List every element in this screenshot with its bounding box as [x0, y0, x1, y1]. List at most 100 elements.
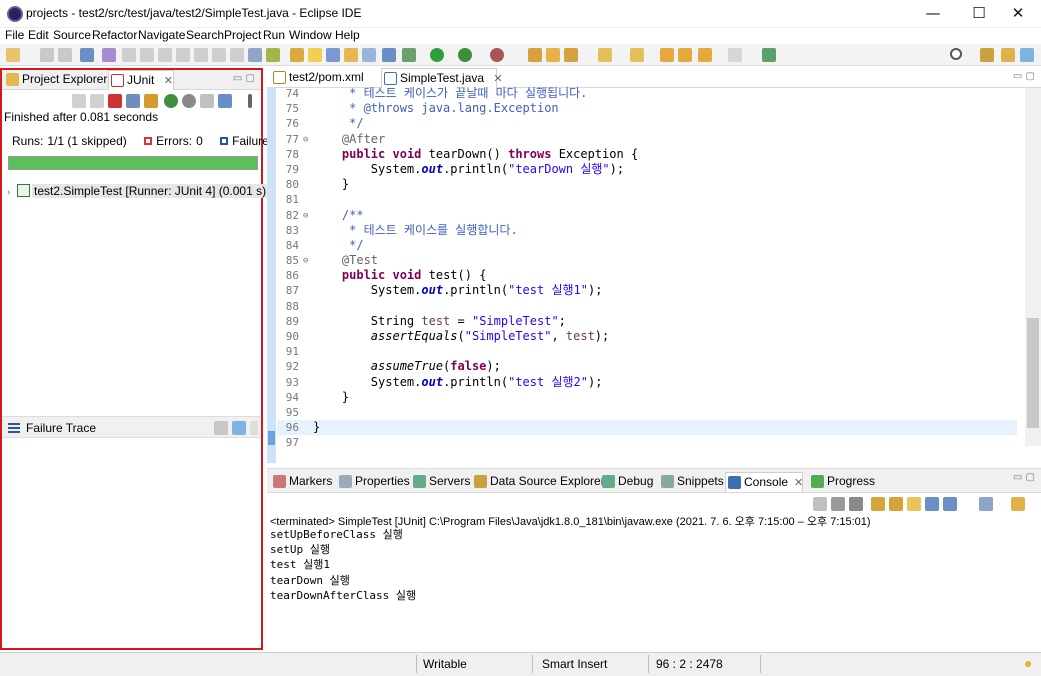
- fold-icon[interactable]: ⊖: [303, 254, 308, 269]
- open-type-icon[interactable]: [266, 48, 280, 62]
- resume-icon[interactable]: [122, 48, 136, 62]
- last-edit-location-icon[interactable]: [660, 48, 674, 62]
- view-menu-icon[interactable]: [248, 94, 252, 108]
- test-tree-item[interactable]: › test2.SimpleTest [Runner: JUnit 4] (0.0…: [7, 184, 269, 200]
- show-whitespace-icon[interactable]: [362, 48, 376, 62]
- debug-as-icon[interactable]: [402, 48, 416, 62]
- menu-window[interactable]: Window: [289, 28, 332, 42]
- tab-console[interactable]: Console ✕: [725, 472, 803, 492]
- menu-edit[interactable]: Edit: [28, 28, 49, 42]
- terminal-icon[interactable]: [80, 48, 94, 62]
- scroll-lock-console-icon[interactable]: [889, 497, 903, 511]
- disconnect-icon[interactable]: [176, 48, 190, 62]
- forward-disabled-icon[interactable]: [728, 48, 742, 62]
- java-ee-perspective-icon[interactable]: [1001, 48, 1015, 62]
- expand-arrow-icon[interactable]: ›: [7, 187, 17, 198]
- test-run-history-icon[interactable]: [218, 94, 232, 108]
- close-junit-tab-icon[interactable]: ✕: [164, 75, 173, 87]
- menu-navigate[interactable]: Navigate: [138, 28, 185, 42]
- word-wrap-console-icon[interactable]: [907, 497, 921, 511]
- tab-junit[interactable]: JUnit ✕: [108, 70, 174, 90]
- suspend-icon[interactable]: [140, 48, 154, 62]
- menu-search[interactable]: Search: [186, 28, 224, 42]
- run-icon[interactable]: [430, 48, 444, 62]
- step-over-icon[interactable]: [212, 48, 226, 62]
- copy-trace-icon[interactable]: [250, 421, 258, 435]
- editor-min-max[interactable]: ▭ ▢: [1013, 71, 1035, 82]
- next-annotation-icon[interactable]: [598, 48, 612, 62]
- tab-debug[interactable]: Debug: [600, 472, 653, 492]
- close-window-button[interactable]: ✕: [995, 0, 1041, 28]
- use-step-filters-icon[interactable]: [248, 48, 262, 62]
- menu-refactor[interactable]: Refactor: [92, 28, 137, 42]
- pin-editor-icon[interactable]: [762, 48, 776, 62]
- tab-snippets[interactable]: Snippets: [659, 472, 724, 492]
- rerun-test-icon[interactable]: [164, 94, 178, 108]
- back-icon[interactable]: [678, 48, 692, 62]
- close-console-tab-icon[interactable]: ✕: [794, 477, 803, 489]
- tab-data-source-explorer[interactable]: Data Source Explorer: [472, 472, 605, 492]
- show-on-stderr-icon[interactable]: [943, 497, 957, 511]
- step-into-icon[interactable]: [194, 48, 208, 62]
- bottom-min-max[interactable]: ▭ ▢: [1013, 472, 1035, 483]
- editor-scrollbar-thumb[interactable]: [1027, 318, 1039, 428]
- remove-all-terminated-icon[interactable]: [849, 497, 863, 511]
- word-wrap-icon[interactable]: [326, 48, 340, 62]
- filter-stack-trace-icon[interactable]: [232, 421, 246, 435]
- menu-source[interactable]: Source: [53, 28, 91, 42]
- toggle-highlight-icon[interactable]: [308, 48, 322, 62]
- menu-run[interactable]: Run: [263, 28, 285, 42]
- debug-perspective-icon[interactable]: [1020, 48, 1034, 62]
- save-icon[interactable]: [40, 48, 54, 62]
- search-icon[interactable]: [950, 48, 962, 60]
- fold-icon[interactable]: ⊖: [303, 209, 308, 224]
- new-icon[interactable]: [6, 48, 20, 62]
- menu-help[interactable]: Help: [335, 28, 360, 42]
- forward-icon[interactable]: [698, 48, 712, 62]
- stop-run-icon[interactable]: [200, 94, 214, 108]
- toggle-mark-occurrences-icon[interactable]: [290, 48, 304, 62]
- coverage-icon[interactable]: [458, 48, 472, 62]
- external-tools-icon[interactable]: [490, 48, 504, 62]
- new-java-project-icon[interactable]: [528, 48, 542, 62]
- menu-file[interactable]: File: [5, 28, 24, 42]
- minimize-button[interactable]: —: [910, 0, 956, 28]
- terminate-console-icon[interactable]: [813, 497, 827, 511]
- step-return-icon[interactable]: [230, 48, 244, 62]
- new-class-icon[interactable]: [564, 48, 578, 62]
- console-output[interactable]: setUpBeforeClass 실행 setUp 실행 test 실행1 te…: [270, 527, 416, 603]
- remove-launch-icon[interactable]: [831, 497, 845, 511]
- tab-properties[interactable]: Properties: [337, 472, 410, 492]
- next-failure-icon[interactable]: [72, 94, 86, 108]
- save-all-icon[interactable]: [58, 48, 72, 62]
- previous-annotation-icon[interactable]: [630, 48, 644, 62]
- compare-result-icon[interactable]: [214, 421, 228, 435]
- code-content[interactable]: 74 * 테스트 케이스가 끝날때 마다 실행됩니다. 75 * @throws…: [277, 86, 1017, 451]
- editor-scrollbar[interactable]: [1025, 88, 1041, 446]
- previous-failure-icon[interactable]: [90, 94, 104, 108]
- clear-console-icon[interactable]: [871, 497, 885, 511]
- show-on-stdout-icon[interactable]: [925, 497, 939, 511]
- pilcrow-icon[interactable]: [382, 48, 396, 62]
- fold-icon[interactable]: ⊖: [303, 133, 308, 148]
- close-editor-tab-icon[interactable]: ✕: [493, 73, 502, 85]
- lightbulb-icon[interactable]: ●: [1024, 655, 1032, 671]
- tab-markers[interactable]: Markers: [271, 472, 332, 492]
- tab-pom-xml[interactable]: test2/pom.xml: [271, 68, 364, 88]
- open-console-icon[interactable]: [1011, 497, 1025, 511]
- tab-simpletest-java[interactable]: SimpleTest.java ✕: [381, 68, 503, 88]
- open-perspective-icon[interactable]: [980, 48, 994, 62]
- scroll-lock-icon[interactable]: [144, 94, 158, 108]
- tab-project-explorer[interactable]: Project Explorer: [4, 70, 107, 90]
- show-skipped-only-icon[interactable]: [126, 94, 140, 108]
- terminate-icon[interactable]: [158, 48, 172, 62]
- left-view-min-max[interactable]: ▭ ▢: [233, 73, 255, 84]
- tab-progress[interactable]: Progress: [809, 472, 875, 492]
- show-failures-only-icon[interactable]: [108, 94, 122, 108]
- rerun-failures-first-icon[interactable]: [182, 94, 196, 108]
- block-selection-icon[interactable]: [344, 48, 358, 62]
- display-selected-console-icon[interactable]: [979, 497, 993, 511]
- new-package-icon[interactable]: [546, 48, 560, 62]
- tab-servers[interactable]: Servers: [411, 472, 470, 492]
- menu-project[interactable]: Project: [224, 28, 261, 42]
